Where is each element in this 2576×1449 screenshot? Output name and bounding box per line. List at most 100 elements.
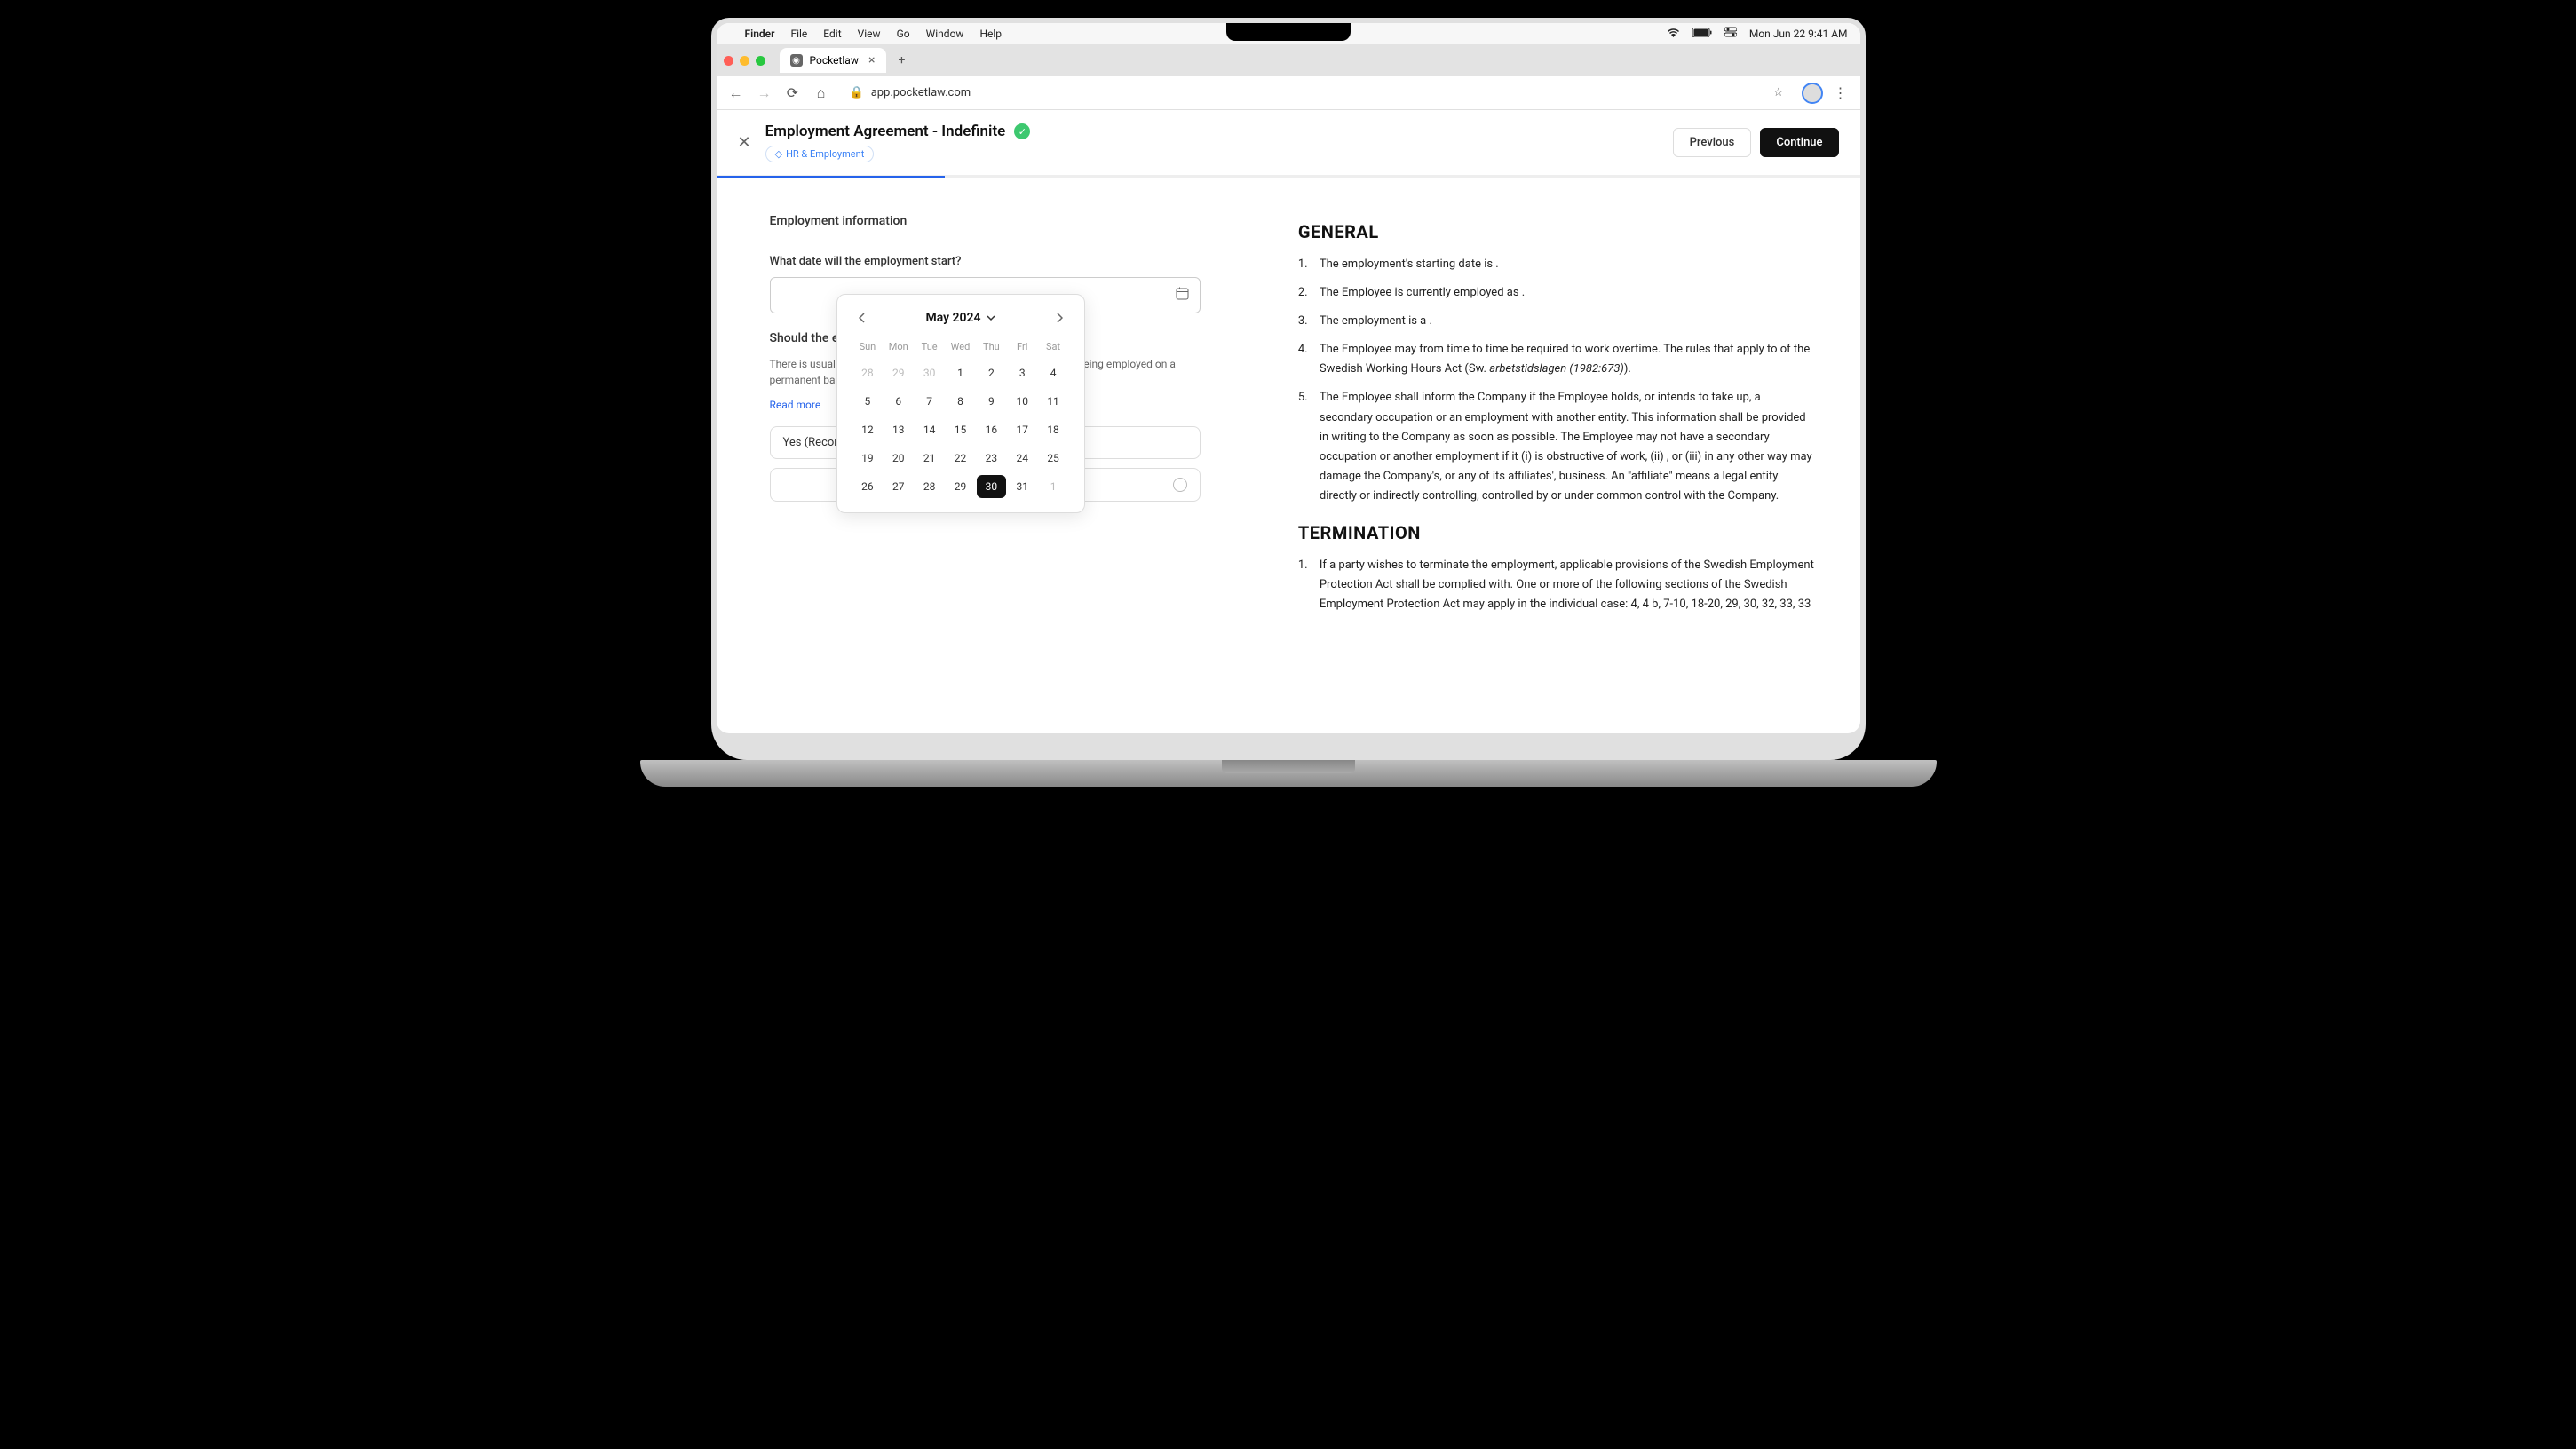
calendar-day[interactable]: 25 (1039, 447, 1068, 470)
nav-back-icon[interactable]: ← (725, 83, 747, 104)
menu-go[interactable]: Go (897, 28, 910, 40)
read-more-link[interactable]: Read more (770, 399, 821, 411)
close-icon[interactable]: ✕ (738, 133, 751, 152)
menubar-app-name[interactable]: Finder (745, 28, 775, 40)
cal-next-icon[interactable] (1050, 309, 1068, 327)
calendar-day[interactable]: 8 (946, 390, 975, 413)
wifi-icon[interactable] (1667, 28, 1680, 40)
tab-close-icon[interactable]: × (868, 53, 875, 67)
calendar-dayname: Sat (1039, 337, 1068, 356)
battery-icon[interactable] (1692, 28, 1712, 40)
laptop-base (1222, 760, 1355, 773)
doc-heading-termination: TERMINATION (1298, 522, 1816, 543)
continue-button[interactable]: Continue (1760, 128, 1838, 157)
calendar-day[interactable]: 16 (977, 418, 1006, 441)
address-bar: ← → ⟳ ⌂ 🔒 app.pocketlaw.com ☆ ⋮ (717, 76, 1860, 110)
category-tag[interactable]: ◇ HR & Employment (765, 146, 875, 162)
browser-tab-active[interactable]: ◉ Pocketlaw × (780, 48, 886, 73)
bookmark-star-icon[interactable]: ☆ (1773, 86, 1784, 99)
menu-edit[interactable]: Edit (823, 28, 841, 40)
calendar-day[interactable]: 5 (853, 390, 883, 413)
control-center-icon[interactable] (1724, 26, 1737, 41)
calendar-day[interactable]: 24 (1008, 447, 1037, 470)
menu-help[interactable]: Help (979, 28, 1002, 40)
calendar-day[interactable]: 20 (884, 447, 913, 470)
calendar-day[interactable]: 17 (1008, 418, 1037, 441)
calendar-day[interactable]: 13 (884, 418, 913, 441)
window-minimize[interactable] (740, 56, 749, 66)
nav-forward-icon[interactable]: → (754, 83, 775, 104)
calendar-day[interactable]: 28 (853, 361, 883, 384)
doc-item-num: 2. (1298, 283, 1320, 303)
calendar-day[interactable]: 31 (1008, 475, 1037, 498)
document-preview: GENERAL 1.The employment's starting date… (1254, 178, 1860, 733)
calendar-day[interactable]: 28 (915, 475, 944, 498)
calendar-day[interactable]: 29 (946, 475, 975, 498)
header-title-wrap: Employment Agreement - Indefinite ✓ ◇ HR… (765, 123, 1031, 162)
calendar-day[interactable]: 10 (1008, 390, 1037, 413)
calendar-month-label: May 2024 (925, 311, 980, 325)
calendar-day[interactable]: 30 (977, 475, 1006, 498)
calendar-day[interactable]: 23 (977, 447, 1006, 470)
calendar-day[interactable]: 1 (946, 361, 975, 384)
menu-window[interactable]: Window (926, 28, 964, 40)
menubar-left: Finder File Edit View Go Window Help (729, 28, 1003, 40)
menubar-right: Mon Jun 22 9:41 AM (1667, 26, 1848, 41)
calendar-day[interactable]: 11 (1039, 390, 1068, 413)
doc-item: 3.The employment is a . (1298, 312, 1816, 331)
calendar-day[interactable]: 27 (884, 475, 913, 498)
chevron-down-icon (987, 311, 995, 325)
calendar-day[interactable]: 29 (884, 361, 913, 384)
doc-item-text: The Employee shall inform the Company if… (1320, 388, 1816, 506)
verified-badge-icon: ✓ (1014, 123, 1030, 139)
doc-item-text: The Employee may from time to time be re… (1320, 340, 1816, 379)
menubar-datetime[interactable]: Mon Jun 22 9:41 AM (1749, 28, 1848, 40)
nav-home-icon[interactable]: ⌂ (811, 83, 832, 104)
browser-menu-icon[interactable]: ⋮ (1830, 83, 1851, 104)
menu-file[interactable]: File (790, 28, 807, 40)
calendar-dayname: Wed (946, 337, 975, 356)
doc-item: 1.The employment's starting date is . (1298, 255, 1816, 274)
calendar-icon (1176, 287, 1189, 304)
section-title: Employment information (770, 214, 1201, 228)
calendar-day[interactable]: 12 (853, 418, 883, 441)
calendar-month-selector[interactable]: May 2024 (925, 311, 995, 325)
calendar-day[interactable]: 26 (853, 475, 883, 498)
content: Employment information What date will th… (717, 178, 1860, 733)
form-panel: Employment information What date will th… (717, 178, 1254, 733)
menu-view[interactable]: View (858, 28, 881, 40)
doc-item: 4.The Employee may from time to time be … (1298, 340, 1816, 379)
cal-prev-icon[interactable] (853, 309, 871, 327)
calendar-day[interactable]: 14 (915, 418, 944, 441)
calendar-grid: SunMonTueWedThuFriSat2829301234567891011… (853, 337, 1068, 498)
calendar-dayname: Tue (915, 337, 944, 356)
calendar-day[interactable]: 4 (1039, 361, 1068, 384)
doc-item4-em: arbetstidslagen (1982:673) (1489, 362, 1624, 376)
calendar-day[interactable]: 2 (977, 361, 1006, 384)
tab-title: Pocketlaw (810, 54, 859, 67)
doc-item: 1.If a party wishes to terminate the emp… (1298, 556, 1816, 614)
document-title: Employment Agreement - Indefinite (765, 123, 1006, 140)
calendar-day[interactable]: 15 (946, 418, 975, 441)
calendar-day[interactable]: 19 (853, 447, 883, 470)
profile-avatar[interactable] (1802, 83, 1823, 104)
window-maximize[interactable] (756, 56, 765, 66)
laptop-notch (1226, 23, 1351, 41)
calendar-dayname: Sun (853, 337, 883, 356)
window-close[interactable] (724, 56, 733, 66)
calendar-day[interactable]: 18 (1039, 418, 1068, 441)
calendar-day[interactable]: 7 (915, 390, 944, 413)
calendar-day[interactable]: 22 (946, 447, 975, 470)
previous-button[interactable]: Previous (1673, 128, 1752, 157)
calendar-day[interactable]: 6 (884, 390, 913, 413)
calendar-day[interactable]: 1 (1039, 475, 1068, 498)
calendar-day[interactable]: 3 (1008, 361, 1037, 384)
laptop-frame: Finder File Edit View Go Window Help Mon… (711, 18, 1866, 760)
url-bar[interactable]: 🔒 app.pocketlaw.com ☆ (839, 83, 1795, 103)
calendar-day[interactable]: 21 (915, 447, 944, 470)
calendar-day[interactable]: 30 (915, 361, 944, 384)
nav-reload-icon[interactable]: ⟳ (782, 83, 804, 104)
lock-icon: 🔒 (850, 86, 864, 99)
calendar-day[interactable]: 9 (977, 390, 1006, 413)
new-tab-button[interactable]: + (893, 51, 911, 69)
